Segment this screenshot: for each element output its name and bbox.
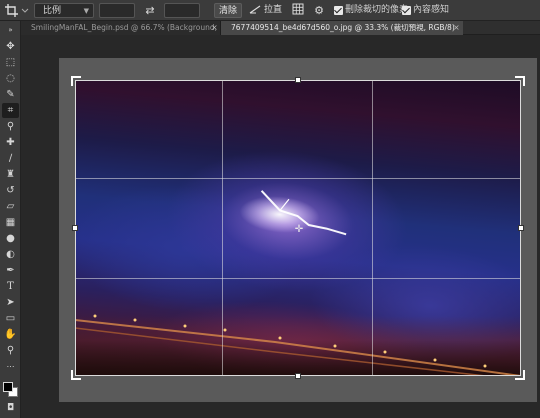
healing-brush-tool-icon[interactable]: ✚ bbox=[2, 135, 19, 150]
straighten-label[interactable]: 拉直 bbox=[264, 3, 282, 18]
quick-selection-tool-icon[interactable]: ✎ bbox=[2, 87, 19, 102]
crop-handle-top-right[interactable] bbox=[515, 76, 525, 86]
hand-tool-icon[interactable]: ✋ bbox=[2, 327, 19, 342]
rectangle-tool-icon[interactable]: ▭ bbox=[2, 311, 19, 326]
panel-collapse-icon[interactable]: » bbox=[2, 23, 19, 38]
delete-cropped-pixels-checkbox[interactable] bbox=[334, 6, 343, 15]
zoom-tool-icon[interactable]: ⚲ bbox=[2, 343, 19, 358]
tab-storm-photo[interactable]: 7677409514_be4d67d560_o.jpg @ 33.3% (裁切預… bbox=[221, 21, 463, 35]
quick-mask-icon[interactable]: ◘ bbox=[2, 401, 19, 416]
more-tools-icon[interactable]: ⋯ bbox=[2, 359, 19, 374]
move-tool-icon[interactable]: ✥ bbox=[2, 39, 19, 54]
crop-icon bbox=[5, 4, 29, 17]
pen-tool-icon[interactable]: ✒ bbox=[2, 263, 19, 278]
eraser-tool-icon[interactable]: ▱ bbox=[2, 199, 19, 214]
close-icon[interactable]: × bbox=[211, 21, 218, 35]
eyedropper-tool-icon[interactable]: ⚲ bbox=[2, 119, 19, 134]
crop-handle-bottom-left[interactable] bbox=[71, 370, 81, 380]
crop-handle-bottom-right[interactable] bbox=[515, 370, 525, 380]
clear-button[interactable]: 清除 bbox=[214, 3, 242, 18]
chevron-down-icon: ▼ bbox=[83, 7, 89, 15]
content-aware-label[interactable]: 內容感知 bbox=[413, 3, 449, 18]
crop-handle-right[interactable] bbox=[518, 225, 524, 231]
crop-handle-left[interactable] bbox=[72, 225, 78, 231]
foreground-color-swatch[interactable] bbox=[3, 382, 13, 392]
grid-overlay-icon[interactable] bbox=[291, 3, 305, 18]
history-brush-tool-icon[interactable]: ↺ bbox=[2, 183, 19, 198]
blur-tool-icon[interactable]: ● bbox=[2, 231, 19, 246]
crop-handle-bottom[interactable] bbox=[295, 373, 301, 379]
options-bar: 比例 ▼ ⇄ 清除 拉直 ⚙ 刪除裁切的像素 內容感知 bbox=[0, 0, 540, 21]
height-ratio-input[interactable] bbox=[164, 3, 200, 18]
tab-label: 7677409514_be4d67d560_o.jpg @ 33.3% (裁切預… bbox=[231, 23, 455, 32]
content-aware-checkbox[interactable] bbox=[402, 6, 411, 15]
tab-label: SmilingManFAL_Begin.psd @ 66.7% (Backgro… bbox=[31, 23, 220, 32]
width-ratio-input[interactable] bbox=[99, 3, 135, 18]
crop-handle-top[interactable] bbox=[295, 77, 301, 83]
lasso-tool-icon[interactable]: ◌ bbox=[2, 71, 19, 86]
ratio-select[interactable]: 比例 ▼ bbox=[34, 3, 94, 18]
dodge-tool-icon[interactable]: ◐ bbox=[2, 247, 19, 262]
marquee-tool-icon[interactable]: ⬚ bbox=[2, 55, 19, 70]
clone-stamp-tool-icon[interactable]: ♜ bbox=[2, 167, 19, 182]
close-icon[interactable]: × bbox=[453, 21, 460, 35]
swap-arrows-icon[interactable]: ⇄ bbox=[143, 3, 157, 18]
gear-icon[interactable]: ⚙ bbox=[312, 3, 326, 18]
tools-panel: » ✥ ⬚ ◌ ✎ ⌗ ⚲ ✚ ∕ ♜ ↺ ▱ ▦ ● ◐ ✒ T ➤ ▭ ✋ … bbox=[0, 21, 21, 418]
delete-cropped-pixels-label[interactable]: 刪除裁切的像素 bbox=[345, 3, 408, 18]
document-tab-bar: SmilingManFAL_Begin.psd @ 66.7% (Backgro… bbox=[21, 21, 540, 35]
ratio-select-value: 比例 bbox=[43, 6, 62, 16]
crop-tool-icon[interactable]: ⌗ bbox=[2, 103, 19, 118]
crop-handle-top-left[interactable] bbox=[71, 76, 81, 86]
crop-tool-preset-picker[interactable] bbox=[4, 3, 30, 18]
tab-smilingman[interactable]: SmilingManFAL_Begin.psd @ 66.7% (Backgro… bbox=[21, 21, 221, 35]
gradient-tool-icon[interactable]: ▦ bbox=[2, 215, 19, 230]
straighten-icon[interactable] bbox=[248, 3, 262, 18]
brush-tool-icon[interactable]: ∕ bbox=[2, 151, 19, 166]
path-selection-tool-icon[interactable]: ➤ bbox=[2, 295, 19, 310]
crop-center-crosshair-icon: ✛ bbox=[294, 224, 304, 235]
type-tool-icon[interactable]: T bbox=[2, 279, 19, 294]
